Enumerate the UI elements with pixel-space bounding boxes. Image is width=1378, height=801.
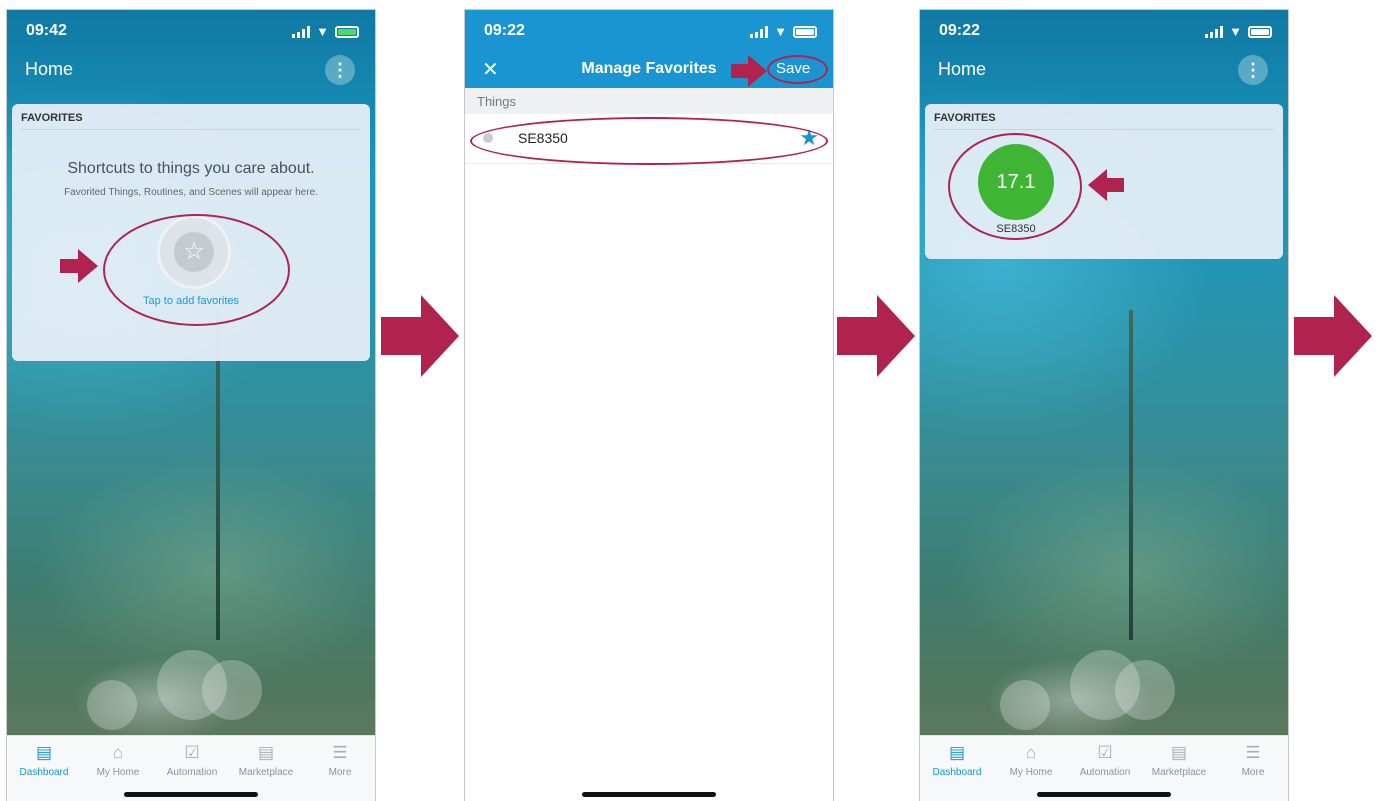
wifi-icon: ▼ [774, 24, 787, 39]
annotation-arrow-icon [60, 249, 98, 283]
home-indicator [582, 792, 716, 797]
tab-more[interactable]: ☰ More [303, 743, 375, 779]
section-header: Things [477, 94, 517, 109]
menu-icon: ☰ [332, 743, 348, 762]
wifi-icon: ▼ [316, 24, 329, 39]
signal-icon [292, 25, 311, 38]
status-time: 09:42 [26, 22, 67, 39]
step-arrow-icon [381, 295, 459, 377]
status-time: 09:22 [484, 22, 525, 39]
favorites-header: FAVORITES [934, 112, 996, 124]
section-header-bar [465, 88, 833, 114]
tab-label: Dashboard [932, 767, 982, 778]
wifi-icon: ▼ [1229, 24, 1242, 39]
home-indicator [1037, 792, 1171, 797]
home-indicator [124, 792, 258, 797]
annotation-oval [767, 55, 828, 84]
marketplace-icon: ▤ [257, 743, 275, 762]
home-icon: ⌂ [1025, 743, 1037, 762]
tab-label: My Home [96, 767, 140, 778]
status-bar: 09:22 ▼ [465, 22, 833, 44]
tab-label: Marketplace [238, 767, 294, 778]
tab-label: Dashboard [19, 767, 69, 778]
tab-bar: ▤ Dashboard ⌂ My Home ☑ Automation ▤ Marketp… [920, 735, 1288, 801]
favorites-card: FAVORITES Shortcuts to things you care a… [12, 104, 370, 361]
bokeh-light [1115, 660, 1175, 720]
dashboard-icon: ▤ [35, 743, 53, 762]
tab-automation[interactable]: ☑ Automation [1068, 743, 1142, 779]
annotation-arrow-icon [1088, 169, 1124, 201]
status-bar: 09:42 ▼ [7, 22, 375, 44]
plant-stem [1129, 310, 1133, 640]
phone-screen-home-empty: 09:42 ▼ Home ⋮ FAVORITES Shortcuts to th… [6, 9, 376, 801]
automation-icon: ☑ [184, 743, 200, 762]
tab-dashboard[interactable]: ▤ Dashboard [7, 743, 81, 779]
tab-marketplace[interactable]: ▤ Marketplace [229, 743, 303, 779]
home-icon: ⌂ [112, 743, 124, 762]
battery-icon [335, 25, 359, 38]
more-vertical-icon[interactable]: ⋮ [325, 55, 355, 85]
tab-bar: ▤ Dashboard ⌂ My Home ☑ Automation ▤ Marketp… [7, 735, 375, 801]
automation-icon: ☑ [1097, 743, 1113, 762]
tab-label: Automation [166, 767, 218, 778]
tab-label: More [1241, 767, 1265, 778]
status-time: 09:22 [939, 22, 980, 39]
battery-icon [793, 25, 817, 38]
tab-my-home[interactable]: ⌂ My Home [994, 743, 1068, 779]
empty-subtext: Favorited Things, Routines, and Scenes w… [64, 187, 318, 198]
status-bar: 09:22 ▼ [920, 22, 1288, 44]
dashboard-icon: ▤ [948, 743, 966, 762]
phone-screen-home-favorited: 09:22 ▼ Home ⋮ FAVORITES 17.1 SE8350 ▤ Da… [919, 9, 1289, 801]
page-title: Home [938, 59, 987, 79]
phone-screen-manage-favorites: 09:22 ▼ ✕ Manage Favorites Save Things S… [464, 9, 834, 801]
tab-my-home[interactable]: ⌂ My Home [81, 743, 155, 779]
bokeh-light [87, 680, 137, 730]
annotation-oval [948, 133, 1082, 240]
tab-label: More [328, 767, 352, 778]
tab-marketplace[interactable]: ▤ Marketplace [1142, 743, 1216, 779]
tab-label: Marketplace [1151, 767, 1207, 778]
page-title: Home [25, 59, 74, 79]
tab-dashboard[interactable]: ▤ Dashboard [920, 743, 994, 779]
signal-icon [750, 25, 769, 38]
bokeh-light [202, 660, 262, 720]
signal-icon [1205, 25, 1224, 38]
tab-automation[interactable]: ☑ Automation [155, 743, 229, 779]
marketplace-icon: ▤ [1170, 743, 1188, 762]
tab-more[interactable]: ☰ More [1216, 743, 1288, 779]
empty-heading: Shortcuts to things you care about. [67, 160, 315, 177]
annotation-oval [470, 117, 828, 165]
step-arrow-icon [837, 295, 915, 377]
tab-label: My Home [1009, 767, 1053, 778]
divider [934, 129, 1274, 130]
battery-icon [1248, 25, 1272, 38]
step-arrow-icon [1294, 295, 1372, 377]
annotation-oval [103, 214, 290, 326]
tutorial-stage: 09:42 ▼ Home ⋮ FAVORITES Shortcuts to th… [0, 0, 1378, 801]
annotation-arrow-icon [731, 55, 767, 87]
divider [21, 129, 361, 130]
bokeh-light [1000, 680, 1050, 730]
favorites-card: FAVORITES 17.1 SE8350 [925, 104, 1283, 259]
favorites-header: FAVORITES [21, 112, 83, 124]
more-vertical-icon[interactable]: ⋮ [1238, 55, 1268, 85]
menu-icon: ☰ [1245, 743, 1261, 762]
tab-label: Automation [1079, 767, 1131, 778]
